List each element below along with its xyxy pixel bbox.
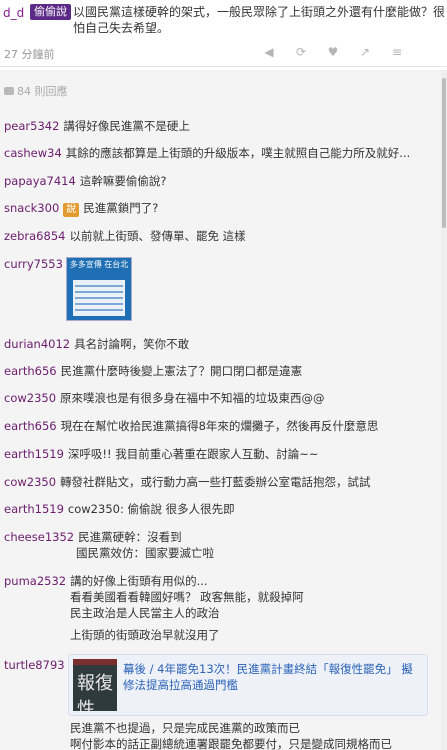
- post-username[interactable]: d_d: [3, 6, 24, 20]
- post-text: 以國民黨這樣硬幹的架式，一般民眾除了上街頭之外還有什麼能做？很怕自己失去希望。: [73, 5, 446, 35]
- comment-user[interactable]: earth1519: [4, 502, 64, 516]
- scrollbar[interactable]: [441, 70, 447, 750]
- comment: pear5342 講得好像民進黨不是硬上: [4, 118, 190, 134]
- link-thumbnail: 報復性: [73, 659, 117, 711]
- comment-user[interactable]: durian4012: [4, 337, 70, 351]
- repost-icon[interactable]: ⟳: [294, 45, 308, 59]
- comment-user[interactable]: earth656: [4, 419, 57, 433]
- comment-user[interactable]: cow2350: [4, 475, 56, 489]
- comment: durian4012 具名討論啊，笑你不敢: [4, 336, 189, 352]
- mute-icon[interactable]: ◀: [262, 45, 276, 59]
- comment-user[interactable]: papaya7414: [4, 174, 76, 188]
- comment: snack300 說民進黨鎖門了?: [4, 200, 158, 217]
- comment-text: 民進黨什麼時後變上憲法了？開口閉口都是違憲: [60, 364, 303, 378]
- thumbnail-bar: [73, 659, 117, 665]
- comment-user[interactable]: turtle8793: [4, 658, 65, 672]
- comment: earth656 現在在幫忙收拾民進黨搞得8年來的爛攤子，然後再反什麼意思: [4, 418, 378, 434]
- link-title[interactable]: 幕後 / 4年罷免13次！民進黨計畫終結「報復性罷免」 擬修法提高拉高通過門檻: [123, 661, 423, 693]
- comment-text: 講的好像上街頭有用似的...: [70, 574, 208, 588]
- comment-user[interactable]: snack300: [4, 201, 59, 215]
- link-preview-card[interactable]: 報復性 幕後 / 4年罷免13次！民進黨計畫終結「報復性罷免」 擬修法提高拉高通…: [68, 654, 428, 716]
- comment-user[interactable]: cow2350: [4, 391, 56, 405]
- comment-continuation: 民主政治是人民當主人的政治: [70, 606, 220, 620]
- replies-count: 84 則回應: [4, 83, 68, 99]
- comment: earth1519 cow2350: 偷偷說 很多人很先即: [4, 501, 235, 517]
- comment-continuation: 看看美國看看韓國好嗎？ 政客無能，就殺掉阿: [70, 590, 304, 604]
- comment-user[interactable]: earth656: [4, 364, 57, 378]
- comment-bubble-icon: [4, 87, 14, 95]
- scrollbar-thumb[interactable]: [442, 78, 446, 228]
- share-icon[interactable]: ↗: [358, 45, 372, 59]
- image-row: [75, 297, 123, 299]
- anonymous-badge: 說: [63, 203, 80, 217]
- comment-user[interactable]: earth1519: [4, 447, 64, 461]
- comment-text: 以前就上街頭、發傳單、罷免 這樣: [69, 229, 246, 243]
- comment-continuation: 國民黨效仿：國家要滅亡啦: [76, 546, 214, 560]
- divider: [0, 66, 447, 67]
- comment-continuation: 啊付影本的話正副總統連署跟罷免都要付，只是變成同規格而已: [70, 737, 392, 750]
- comment-user[interactable]: pear5342: [4, 119, 59, 133]
- comment-user[interactable]: cheese1352: [4, 530, 74, 544]
- comment-continuation: 民進黨不也提過，只是完成民進黨的政策而已: [70, 721, 300, 735]
- comment-text: 民進黨硬幹：沒看到: [78, 530, 182, 544]
- post-action-bar: 27 分鐘前 ◀ ⟳ ♥ ↗ ≡: [0, 40, 447, 64]
- comment: papaya7414 這幹嘛要偷偷說?: [4, 173, 166, 189]
- comment-text: 具名討論啊，笑你不敢: [74, 337, 190, 351]
- image-row: [75, 291, 123, 293]
- comment-text: 現在在幫忙收拾民進黨搞得8年來的爛攤子，然後再反什麼意思: [60, 419, 379, 433]
- comment-text: cow2350: 偷偷說 很多人很先即: [67, 502, 235, 516]
- comment: curry7553: [4, 256, 67, 272]
- image-row: [75, 285, 123, 287]
- comment-text: 講得好像民進黨不是硬上: [63, 119, 190, 133]
- comment-text: 其餘的應該都算是上街頭的升級版本，噗主就照自己能力所及就好...: [65, 146, 411, 160]
- image-row: [75, 309, 123, 311]
- comment-text: 原來噗浪也是有很多身在福中不知福的垃圾東西@@: [60, 391, 325, 405]
- comment-user[interactable]: cashew34: [4, 146, 62, 160]
- top-post: d_d 偷偷說 以國民黨這樣硬幹的架式，一般民眾除了上街頭之外還有什麼能做？很怕…: [0, 0, 447, 68]
- comment: cow2350 轉發社群貼文，或行動力高一些打藍委辦公室電話抱怨，試試: [4, 474, 371, 490]
- comment: zebra6854 以前就上街頭、發傳單、罷免 這樣: [4, 228, 246, 244]
- menu-icon[interactable]: ≡: [390, 45, 404, 59]
- comment-text: 民進黨鎖門了?: [83, 201, 159, 215]
- anonymous-badge: 偷偷說: [30, 4, 71, 20]
- heart-icon[interactable]: ♥: [326, 45, 340, 59]
- comment-text: 深呼吸!! 我目前重心著重在跟家人互動、討論~~: [67, 447, 319, 461]
- comment: cheese1352 民進黨硬幹：沒看到: [4, 529, 182, 545]
- comment-user[interactable]: curry7553: [4, 257, 63, 271]
- post-time: 27 分鐘前: [4, 48, 55, 61]
- comment-text: 這幹嘛要偷偷說?: [79, 174, 167, 188]
- comment-user[interactable]: puma2532: [4, 574, 66, 588]
- comment-user[interactable]: zebra6854: [4, 229, 65, 243]
- comment: earth1519 深呼吸!! 我目前重心著重在跟家人互動、討論~~: [4, 446, 319, 462]
- comment: puma2532 講的好像上街頭有用似的...: [4, 573, 208, 589]
- comment: earth656 民進黨什麼時後變上憲法了？開口閉口都是違憲: [4, 363, 302, 379]
- comment: cow2350 原來噗浪也是有很多身在福中不知福的垃圾東西@@: [4, 390, 325, 406]
- image-caption: 多多宣傳 在台北: [69, 260, 129, 269]
- image-row: [75, 303, 123, 305]
- comment-image[interactable]: 多多宣傳 在台北: [66, 257, 132, 321]
- thumbnail-text: 報復性: [77, 673, 113, 711]
- comment-continuation: 上街頭的街頭政治早就沒用了: [70, 628, 220, 642]
- comment: cashew34 其餘的應該都算是上街頭的升級版本，噗主就照自己能力所及就好...: [4, 145, 410, 161]
- comment-thread: 84 則回應 pear5342 講得好像民進黨不是硬上 cashew34 其餘的應該…: [0, 70, 447, 750]
- comment-text: 轉發社群貼文，或行動力高一些打藍委辦公室電話抱怨，試試: [60, 475, 371, 489]
- replies-count-label: 84 則回應: [17, 85, 68, 98]
- comment: turtle8793: [4, 657, 69, 673]
